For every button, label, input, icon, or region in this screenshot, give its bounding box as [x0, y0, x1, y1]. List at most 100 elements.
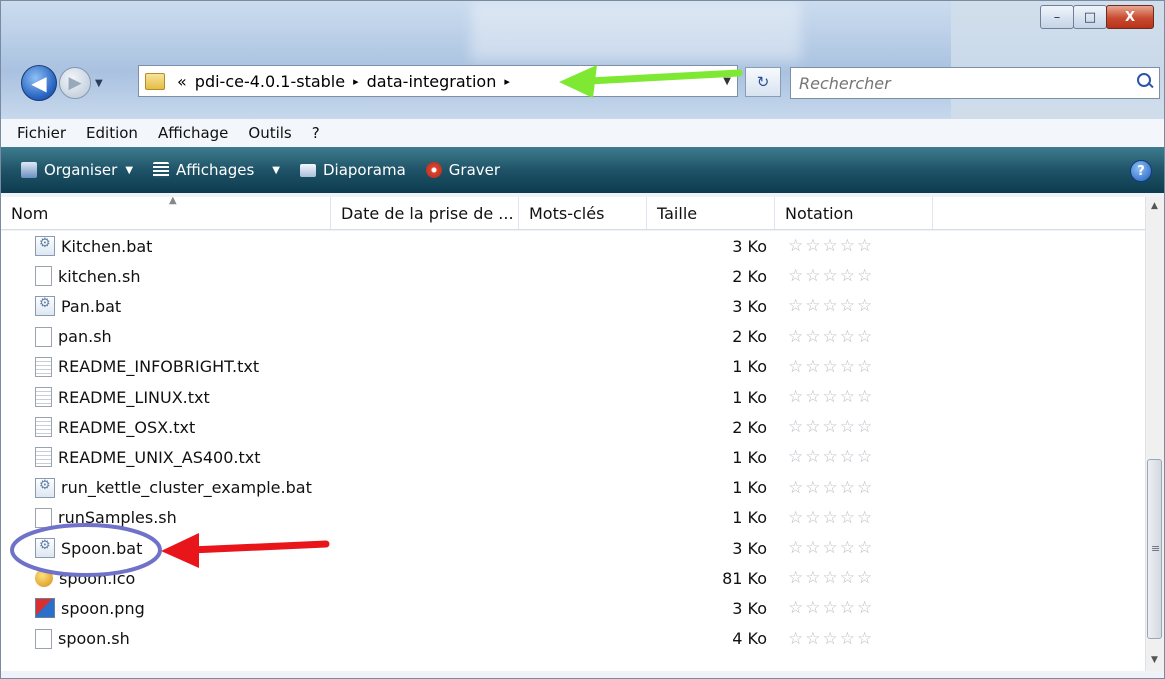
- file-name-cell: README_OSX.txt: [35, 417, 195, 438]
- search-box[interactable]: [790, 67, 1160, 99]
- file-size: 1 Ko: [732, 357, 767, 377]
- slideshow-button[interactable]: Diaporama: [300, 161, 406, 179]
- file-size: 4 Ko: [732, 629, 767, 649]
- column-label: Mots-clés: [529, 203, 605, 223]
- file-name: README_UNIX_AS400.txt: [58, 447, 261, 467]
- rating-stars[interactable]: ☆☆☆☆☆: [788, 508, 874, 528]
- file-name: runSamples.sh: [58, 508, 177, 528]
- search-input[interactable]: [797, 72, 1121, 94]
- rating-stars[interactable]: ☆☆☆☆☆: [788, 357, 874, 377]
- rating-stars[interactable]: ☆☆☆☆☆: [788, 296, 874, 316]
- file-size: 2 Ko: [732, 327, 767, 347]
- menu-affichage[interactable]: Affichage: [158, 124, 228, 142]
- forward-arrow-icon[interactable]: ▶: [59, 67, 91, 99]
- rating-stars[interactable]: ☆☆☆☆☆: [788, 568, 874, 588]
- txt-file-icon: [35, 417, 52, 438]
- burn-button[interactable]: Graver: [425, 161, 500, 179]
- column-size[interactable]: Taille: [647, 197, 775, 229]
- menu-outils[interactable]: Outils: [248, 124, 291, 142]
- breadcrumb-item[interactable]: data-integration: [367, 72, 497, 91]
- chevron-down-icon: ▼: [125, 164, 134, 176]
- column-rating[interactable]: Notation: [775, 197, 933, 229]
- file-file-icon: [35, 628, 52, 649]
- png-file-icon: [35, 598, 55, 619]
- file-name: spoon.sh: [58, 629, 130, 649]
- file-row[interactable]: kitchen.sh 2 Ko ☆☆☆☆☆: [1, 261, 1145, 291]
- close-button[interactable]: X: [1106, 5, 1154, 29]
- file-row[interactable]: README_UNIX_AS400.txt 1 Ko ☆☆☆☆☆: [1, 442, 1145, 472]
- file-name: Spoon.bat: [61, 538, 143, 558]
- rating-stars[interactable]: ☆☆☆☆☆: [788, 447, 874, 467]
- back-arrow-icon[interactable]: ◀: [21, 65, 57, 101]
- file-row[interactable]: spoon.ico 81 Ko ☆☆☆☆☆: [1, 563, 1145, 593]
- scroll-down-icon[interactable]: ▼: [1151, 655, 1158, 665]
- file-size: 3 Ko: [732, 296, 767, 316]
- file-row[interactable]: README_INFOBRIGHT.txt 1 Ko ☆☆☆☆☆: [1, 352, 1145, 382]
- file-row[interactable]: Kitchen.bat 3 Ko ☆☆☆☆☆: [1, 231, 1145, 261]
- file-row[interactable]: runSamples.sh 1 Ko ☆☆☆☆☆: [1, 503, 1145, 533]
- file-name-cell: spoon.sh: [35, 628, 130, 649]
- command-toolbar: Organiser ▼ Affichages ▼ Diaporama Grave…: [1, 147, 1164, 193]
- slideshow-label: Diaporama: [323, 161, 406, 179]
- rating-stars[interactable]: ☆☆☆☆☆: [788, 327, 874, 347]
- bat-file-icon: [35, 538, 55, 558]
- organize-button[interactable]: Organiser ▼: [21, 161, 133, 179]
- file-name-cell: Kitchen.bat: [35, 236, 152, 256]
- txt-file-icon: [35, 387, 52, 407]
- file-row[interactable]: spoon.png 3 Ko ☆☆☆☆☆: [1, 593, 1145, 623]
- file-name: spoon.ico: [59, 568, 136, 588]
- menu-help[interactable]: ?: [312, 124, 320, 142]
- column-name[interactable]: Nom ▲: [1, 197, 331, 229]
- file-name: kitchen.sh: [58, 266, 141, 286]
- breadcrumb-separator-icon[interactable]: ▸: [504, 75, 510, 88]
- file-name-cell: run_kettle_cluster_example.bat: [35, 477, 312, 498]
- file-row[interactable]: pan.sh 2 Ko ☆☆☆☆☆: [1, 322, 1145, 352]
- file-file-icon: [35, 326, 52, 347]
- explorer-window: – □ X ◀ ▶ ▼ « pdi-ce-4.0.1-stable ▸ data…: [0, 0, 1165, 679]
- file-name: README_INFOBRIGHT.txt: [58, 357, 260, 377]
- history-dropdown-icon[interactable]: ▼: [95, 78, 103, 89]
- column-date[interactable]: Date de la prise de ...: [331, 197, 519, 229]
- file-row[interactable]: spoon.sh 4 Ko ☆☆☆☆☆: [1, 624, 1145, 654]
- rating-stars[interactable]: ☆☆☆☆☆: [788, 387, 874, 407]
- file-name-cell: kitchen.sh: [35, 266, 141, 287]
- title-bar: – □ X ◀ ▶ ▼ « pdi-ce-4.0.1-stable ▸ data…: [1, 1, 1164, 119]
- column-keywords[interactable]: Mots-clés: [519, 197, 647, 229]
- refresh-button[interactable]: ↻: [745, 67, 781, 97]
- menu-fichier[interactable]: Fichier: [17, 124, 66, 142]
- rating-stars[interactable]: ☆☆☆☆☆: [788, 478, 874, 498]
- rating-stars[interactable]: ☆☆☆☆☆: [788, 538, 874, 558]
- views-button[interactable]: Affichages ▼: [153, 161, 280, 179]
- file-name-cell: README_INFOBRIGHT.txt: [35, 356, 260, 377]
- breadcrumb-separator-icon[interactable]: ▸: [353, 75, 359, 88]
- views-label: Affichages: [176, 161, 255, 179]
- file-list: Kitchen.bat3 Ko☆☆☆☆☆kitchen.sh2 Ko☆☆☆☆☆P…: [1, 231, 1145, 671]
- scrollbar-thumb[interactable]: ≡: [1147, 459, 1162, 639]
- menu-edition[interactable]: Edition: [86, 124, 138, 142]
- file-row[interactable]: README_LINUX.txt 1 Ko ☆☆☆☆☆: [1, 382, 1145, 412]
- search-icon[interactable]: [1137, 73, 1151, 87]
- rating-stars[interactable]: ☆☆☆☆☆: [788, 236, 874, 256]
- file-row[interactable]: Pan.bat 3 Ko ☆☆☆☆☆: [1, 291, 1145, 321]
- maximize-button[interactable]: □: [1073, 5, 1107, 29]
- file-row[interactable]: Spoon.bat 3 Ko ☆☆☆☆☆: [1, 533, 1145, 563]
- file-name: pan.sh: [58, 327, 112, 347]
- rating-stars[interactable]: ☆☆☆☆☆: [788, 598, 874, 618]
- scroll-up-icon[interactable]: ▲: [1151, 201, 1158, 211]
- rating-stars[interactable]: ☆☆☆☆☆: [788, 417, 874, 437]
- address-bar[interactable]: « pdi-ce-4.0.1-stable ▸ data-integration…: [138, 65, 738, 97]
- rating-stars[interactable]: ☆☆☆☆☆: [788, 629, 874, 649]
- vertical-scrollbar[interactable]: ▲ ≡ ▼: [1145, 197, 1164, 671]
- file-size: 1 Ko: [732, 478, 767, 498]
- rating-stars[interactable]: ☆☆☆☆☆: [788, 266, 874, 286]
- file-row[interactable]: README_OSX.txt 2 Ko ☆☆☆☆☆: [1, 412, 1145, 442]
- file-name: Pan.bat: [61, 296, 122, 316]
- ico-file-icon: [35, 569, 53, 588]
- column-headers: Nom ▲ Date de la prise de ... Mots-clés …: [1, 197, 1145, 230]
- minimize-button[interactable]: –: [1040, 5, 1074, 29]
- address-dropdown-icon[interactable]: ▼: [723, 76, 731, 87]
- help-icon[interactable]: ?: [1130, 160, 1152, 182]
- breadcrumb-item[interactable]: pdi-ce-4.0.1-stable: [195, 72, 345, 91]
- breadcrumb-overflow[interactable]: «: [177, 72, 187, 91]
- file-row[interactable]: run_kettle_cluster_example.bat 1 Ko ☆☆☆☆☆: [1, 473, 1145, 503]
